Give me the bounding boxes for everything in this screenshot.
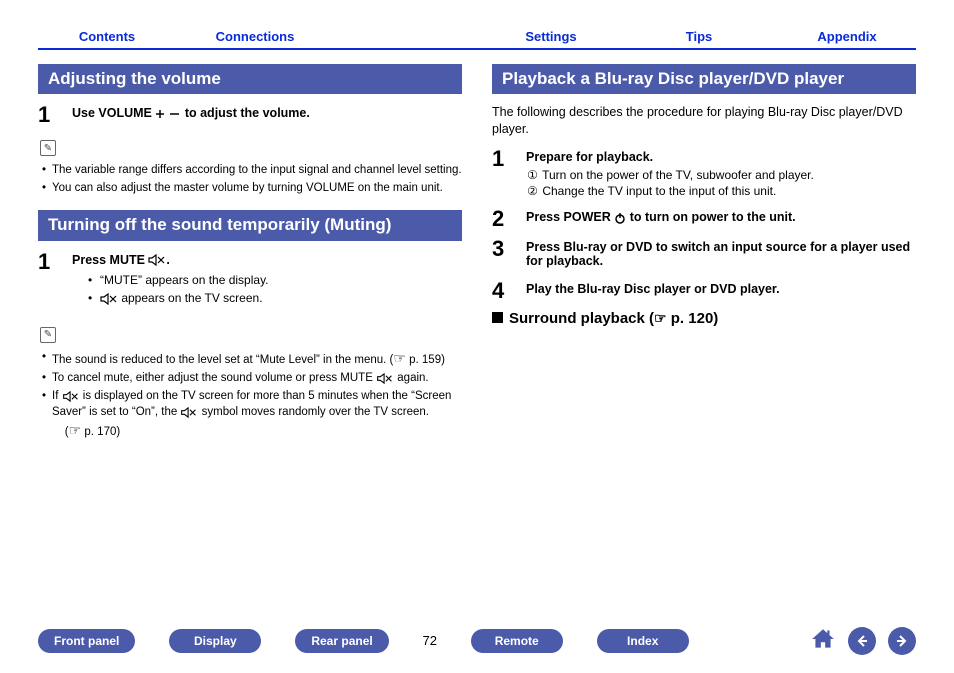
front-panel-button[interactable]: Front panel <box>38 629 135 653</box>
circled-one-icon: ① <box>526 168 539 182</box>
tab-tips[interactable]: Tips <box>630 24 768 48</box>
intro-text: The following describes the procedure fo… <box>492 104 916 138</box>
home-icon[interactable] <box>810 626 836 655</box>
tab-connections[interactable]: Connections <box>186 24 324 48</box>
step-number: 1 <box>492 148 512 200</box>
sub-bullet: appears on the TV screen. <box>100 289 462 307</box>
right-column: Playback a Blu-ray Disc player/DVD playe… <box>492 64 916 618</box>
pointer-icon: ☞ <box>69 422 82 438</box>
note-item: The variable range differs according to … <box>52 162 462 178</box>
step-instruction: Use VOLUME to adjust the volume. <box>72 106 462 120</box>
pointer-icon: ☞ <box>654 310 667 326</box>
pencil-note-icon: ✎ <box>40 140 56 156</box>
tab-contents[interactable]: Contents <box>38 24 176 48</box>
surround-playback-link[interactable]: Surround playback (☞ p. 120) <box>492 310 916 327</box>
section-muting: Turning off the sound temporarily (Mutin… <box>38 210 462 240</box>
tab-settings[interactable]: Settings <box>482 24 620 48</box>
rear-panel-button[interactable]: Rear panel <box>295 629 388 653</box>
section-adjusting-volume: Adjusting the volume <box>38 64 462 94</box>
step-instruction: Press POWER to turn on power to the unit… <box>526 210 916 224</box>
note-item: You can also adjust the master volume by… <box>52 180 462 196</box>
note-item: If is displayed on the TV screen for mor… <box>52 388 462 440</box>
power-icon <box>614 212 626 224</box>
page-number: 72 <box>419 633 441 648</box>
step-instruction: Press MUTE . <box>72 253 462 267</box>
bottom-bar: Front panel Display Rear panel 72 Remote… <box>38 626 916 655</box>
prev-page-button[interactable] <box>848 627 876 655</box>
section-playback-bluray: Playback a Blu-ray Disc player/DVD playe… <box>492 64 916 94</box>
sub-bullet: “MUTE” appears on the display. <box>100 271 462 289</box>
note-list: The variable range differs according to … <box>38 162 462 196</box>
note-list: The sound is reduced to the level set at… <box>38 349 462 440</box>
mute-icon <box>100 293 118 305</box>
pointer-icon: ☞ <box>393 350 406 366</box>
step-instruction: Play the Blu-ray Disc player or DVD play… <box>526 282 916 296</box>
sub-step: ② Change the TV input to the input of th… <box>526 184 916 198</box>
mute-icon <box>180 407 198 418</box>
step-number: 4 <box>492 280 512 302</box>
step-instruction: Prepare for playback. <box>526 150 916 164</box>
step-number: 1 <box>38 104 58 126</box>
tab-playback[interactable]: Playback <box>334 24 472 48</box>
square-bullet-icon <box>492 312 503 323</box>
index-button[interactable]: Index <box>597 629 689 653</box>
step-instruction: Press Blu-ray or DVD to switch an input … <box>526 240 916 268</box>
top-tab-bar: Contents Connections Playback Settings T… <box>38 24 916 50</box>
circled-two-icon: ② <box>526 184 539 198</box>
step-number: 3 <box>492 238 512 272</box>
mute-icon <box>148 254 166 266</box>
remote-button[interactable]: Remote <box>471 629 563 653</box>
left-column: Adjusting the volume 1 Use VOLUME to adj… <box>38 64 462 618</box>
step-number: 1 <box>38 251 58 313</box>
next-page-button[interactable] <box>888 627 916 655</box>
note-item: To cancel mute, either adjust the sound … <box>52 370 462 386</box>
display-button[interactable]: Display <box>169 629 261 653</box>
plus-minus-icon <box>155 108 181 120</box>
pencil-note-icon: ✎ <box>40 327 56 343</box>
step-number: 2 <box>492 208 512 230</box>
tab-appendix[interactable]: Appendix <box>778 24 916 48</box>
sub-step: ① Turn on the power of the TV, subwoofer… <box>526 168 916 182</box>
note-item: The sound is reduced to the level set at… <box>52 349 462 369</box>
mute-icon <box>62 391 80 402</box>
mute-icon <box>376 373 394 384</box>
